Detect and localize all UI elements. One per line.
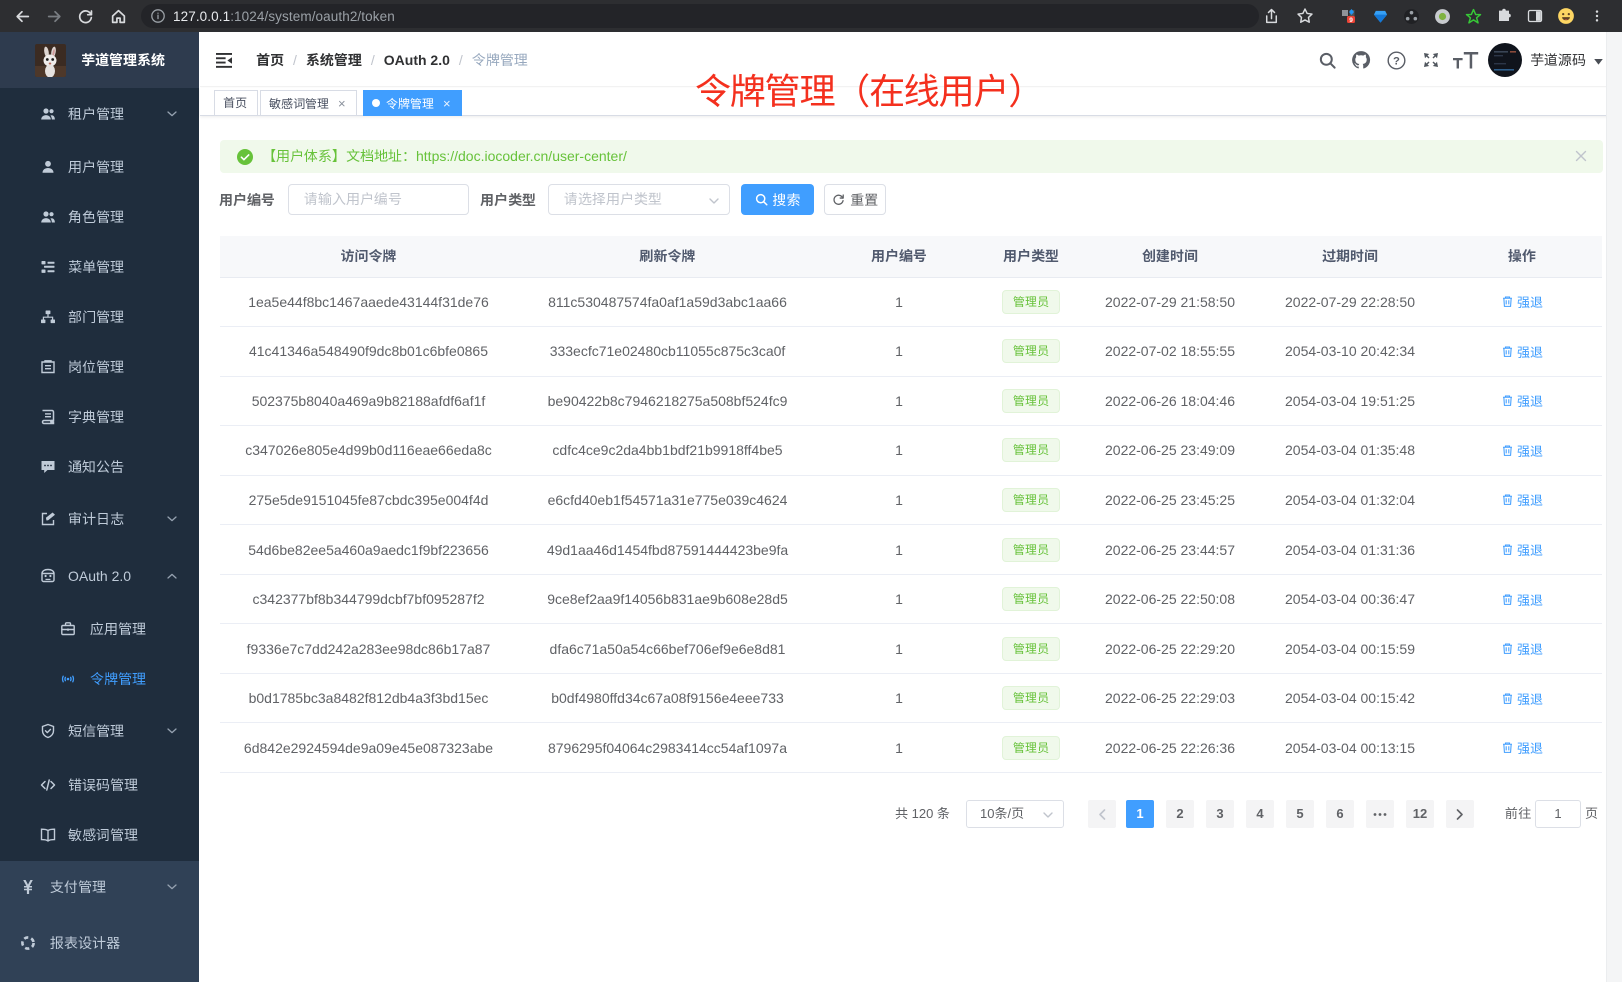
- svg-text:?: ?: [1393, 55, 1400, 67]
- svg-text:9: 9: [1349, 17, 1353, 24]
